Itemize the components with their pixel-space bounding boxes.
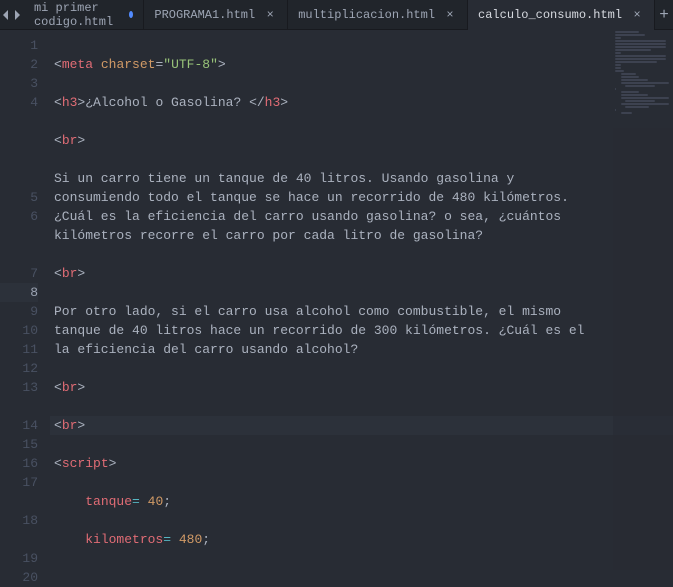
tab-mi-primer-codigo[interactable]: mi primer codigo.html	[24, 0, 144, 30]
close-icon[interactable]: ×	[630, 8, 644, 22]
line-number: 4	[0, 93, 38, 188]
nav-next-icon[interactable]	[12, 0, 24, 30]
line-number: 16	[0, 454, 38, 473]
line-number: 19	[0, 549, 38, 568]
line-number: 20	[0, 568, 38, 587]
editor: 1 2 3 4 5 6 7 8 9 10 11 12 13 14 15 16 1…	[0, 30, 673, 570]
line-number: 7	[0, 264, 38, 283]
line-number: 2	[0, 55, 38, 74]
new-tab-button[interactable]: +	[655, 0, 673, 30]
line-number: 5	[0, 188, 38, 207]
line-number: 11	[0, 340, 38, 359]
close-icon[interactable]: ×	[443, 8, 457, 22]
tab-calculo-consumo[interactable]: calculo_consumo.html ×	[468, 0, 655, 30]
line-number: 8	[0, 283, 38, 302]
line-number: 18	[0, 511, 38, 549]
line-number: 9	[0, 302, 38, 321]
line-gutter: 1 2 3 4 5 6 7 8 9 10 11 12 13 14 15 16 1…	[0, 30, 50, 570]
tab-programa1[interactable]: PROGRAMA1.html ×	[144, 0, 288, 30]
code-area[interactable]: <meta charset="UTF-8"> <h3>¿Alcohol o Ga…	[50, 30, 673, 570]
line-number: 1	[0, 36, 38, 55]
tab-label: mi primer codigo.html	[34, 1, 121, 29]
tab-label: PROGRAMA1.html	[154, 8, 255, 22]
close-icon[interactable]: ×	[263, 8, 277, 22]
line-number: 3	[0, 74, 38, 93]
line-number: 12	[0, 359, 38, 378]
line-number: 10	[0, 321, 38, 340]
nav-prev-icon[interactable]	[0, 0, 12, 30]
line-number: 17	[0, 473, 38, 511]
tab-multiplicacion[interactable]: multiplicacion.html ×	[288, 0, 468, 30]
tab-bar: mi primer codigo.html PROGRAMA1.html × m…	[0, 0, 673, 30]
minimap[interactable]	[613, 30, 673, 570]
line-number: 13	[0, 378, 38, 416]
line-number: 6	[0, 207, 38, 264]
line-number: 14	[0, 416, 38, 435]
modified-dot-icon	[129, 11, 133, 18]
tab-label: calculo_consumo.html	[478, 8, 622, 22]
line-number: 15	[0, 435, 38, 454]
tab-label: multiplicacion.html	[298, 8, 435, 22]
